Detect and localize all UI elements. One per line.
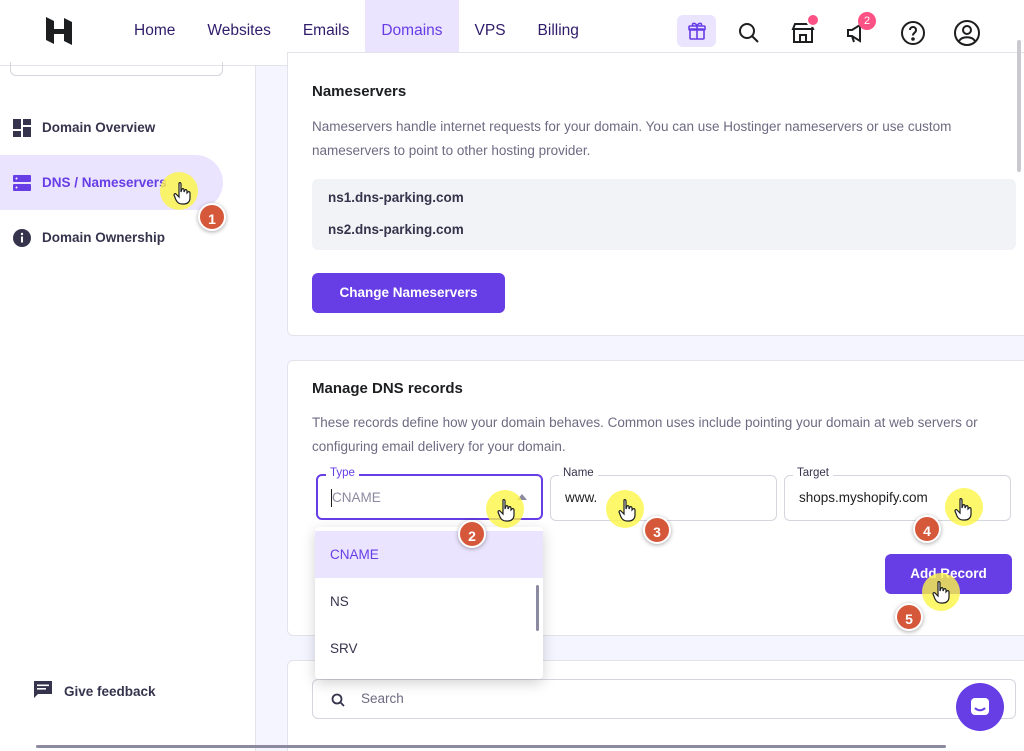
nameservers-description: Nameservers handle internet requests for…	[312, 119, 952, 158]
feedback-icon	[32, 680, 54, 703]
type-dropdown-menu: CNAME NS SRV	[315, 527, 543, 679]
hand-cursor-icon	[932, 580, 950, 604]
info-icon	[12, 228, 32, 248]
nav-home[interactable]: Home	[118, 0, 191, 66]
records-search-input[interactable]: Search	[312, 679, 1016, 719]
hand-cursor-icon	[497, 498, 515, 522]
target-label: Target	[793, 467, 833, 479]
step-marker-1: 1	[198, 203, 226, 231]
target-value: shops.myshopify.com	[799, 490, 928, 505]
type-placeholder: CNAME	[332, 490, 381, 505]
feedback-label: Give feedback	[64, 684, 156, 699]
step-marker-2: 2	[458, 520, 486, 548]
sidebar-item-label: DNS / Nameservers	[42, 175, 167, 190]
name-label: Name	[559, 467, 598, 479]
nameservers-list: ns1.dns-parking.com ns2.dns-parking.com	[312, 179, 1016, 250]
notification-dot	[806, 13, 820, 27]
dropdown-scrollbar[interactable]	[536, 585, 539, 631]
step-marker-4: 4	[913, 515, 941, 543]
change-nameservers-button[interactable]: Change Nameservers	[312, 273, 505, 313]
sidebar-item-domain-overview[interactable]: Domain Overview	[0, 100, 223, 155]
page-scrollbar[interactable]	[1017, 40, 1021, 172]
nameserver-1: ns1.dns-parking.com	[328, 190, 464, 205]
account-icon[interactable]	[950, 16, 984, 50]
nameserver-2: ns2.dns-parking.com	[328, 222, 464, 237]
nameservers-title: Nameservers	[312, 83, 407, 100]
name-value: www.	[565, 490, 598, 505]
nav-websites[interactable]: Websites	[191, 0, 286, 66]
search-icon[interactable]	[732, 16, 766, 50]
give-feedback-button[interactable]: Give feedback	[32, 680, 156, 703]
hand-cursor-icon	[618, 498, 636, 522]
announcements-icon[interactable]: 2	[840, 12, 876, 50]
sidebar: Domain Overview DNS / Nameservers Domain…	[0, 62, 256, 751]
chat-button[interactable]	[956, 683, 1004, 731]
dns-records-title: Manage DNS records	[312, 380, 463, 397]
step-marker-3: 3	[643, 516, 671, 544]
step-marker-5: 5	[895, 603, 923, 631]
search-placeholder: Search	[361, 691, 404, 706]
server-icon	[12, 173, 32, 193]
search-icon	[331, 692, 345, 711]
help-icon[interactable]	[896, 16, 930, 50]
nameservers-card: Nameservers Nameservers handle internet …	[287, 52, 1024, 336]
sidebar-item-label: Domain Ownership	[42, 230, 166, 245]
hand-cursor-icon	[954, 497, 972, 521]
horizontal-scrollbar[interactable]	[36, 745, 946, 748]
name-input[interactable]: Name www.	[550, 467, 777, 521]
type-option-srv[interactable]: SRV	[315, 625, 543, 672]
sidebar-search-input[interactable]	[10, 62, 223, 76]
type-label: Type	[326, 467, 359, 479]
announcements-badge: 2	[858, 12, 876, 30]
gift-icon[interactable]	[677, 15, 716, 47]
chat-icon	[971, 698, 989, 715]
dashboard-icon	[12, 118, 32, 138]
type-option-ns[interactable]: NS	[315, 578, 543, 625]
store-icon[interactable]	[786, 13, 820, 50]
sidebar-item-domain-ownership[interactable]: Domain Ownership	[0, 210, 223, 265]
dns-records-description: These records define how your domain beh…	[312, 415, 978, 454]
sidebar-item-label: Domain Overview	[42, 120, 156, 135]
type-option-cname[interactable]: CNAME	[315, 531, 543, 578]
hostinger-logo[interactable]	[44, 16, 74, 46]
hand-cursor-icon	[173, 181, 191, 205]
